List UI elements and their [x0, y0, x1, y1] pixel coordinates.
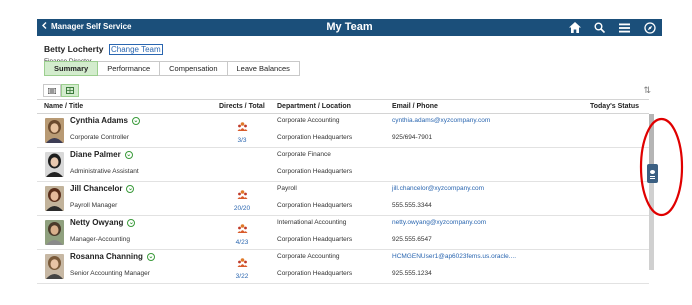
avatar	[45, 118, 64, 143]
home-icon[interactable]	[568, 21, 581, 34]
tab-bar: Summary Performance Compensation Leave B…	[44, 61, 300, 76]
team-icon	[237, 190, 247, 199]
directs-count[interactable]: 3/22	[233, 273, 251, 280]
email-link[interactable]: netty.owyang@xyzcompany.com	[392, 219, 486, 226]
location: Corporation Headquarters	[277, 168, 353, 175]
team-icon	[237, 258, 247, 267]
department: Corporate Accounting	[277, 253, 340, 260]
directs-count[interactable]: 20/20	[233, 205, 251, 212]
table-row[interactable]: Jill Chancelor ⌄ Payroll Manager 20/20 Pa…	[37, 182, 649, 216]
chevron-down-icon[interactable]: ⌄	[131, 116, 140, 125]
back-label: Manager Self Service	[51, 22, 132, 31]
avatar	[45, 186, 64, 211]
employee-name[interactable]: Netty Owyang	[70, 218, 123, 227]
chevron-down-icon[interactable]: ⌄	[126, 184, 135, 193]
col-name-title[interactable]: Name / Title	[44, 103, 83, 110]
directs-cell[interactable]: 4/23	[233, 220, 251, 246]
email-link[interactable]: jill.chancelor@xyzcompany.com	[392, 185, 484, 192]
team-icon	[237, 224, 247, 233]
search-icon[interactable]	[593, 21, 606, 34]
table-body: Cynthia Adams ⌄ Corporate Controller 3/3 …	[37, 114, 649, 305]
employee-title: Corporate Controller	[70, 134, 129, 141]
employee-title: Manager-Accounting	[70, 236, 130, 243]
team-grid: ⇅ Name / Title Directs / Total Departmen…	[37, 82, 662, 305]
location: Corporation Headquarters	[277, 236, 353, 243]
directs-cell[interactable]: 3/3	[233, 118, 251, 144]
tab-leave-balances[interactable]: Leave Balances	[227, 61, 300, 76]
department: International Accounting	[277, 219, 347, 226]
employee-title: Senior Accounting Manager	[70, 270, 150, 277]
department: Corporate Finance	[277, 151, 331, 158]
employee-name[interactable]: Cynthia Adams	[70, 116, 128, 125]
avatar	[45, 254, 64, 279]
chevron-down-icon[interactable]: ⌄	[127, 218, 136, 227]
chevron-down-icon[interactable]: ⌄	[146, 252, 155, 261]
list-view-button[interactable]	[43, 84, 61, 97]
employee-name[interactable]: Diane Palmer	[70, 150, 121, 159]
email-link[interactable]: cynthia.adams@xyzcompany.com	[392, 117, 490, 124]
location: Corporation Headquarters	[277, 134, 353, 141]
tab-summary[interactable]: Summary	[44, 61, 99, 76]
employee-title: Payroll Manager	[70, 202, 118, 209]
manager-name: Betty Locherty	[44, 44, 104, 54]
directs-cell[interactable]: 20/20	[233, 186, 251, 212]
col-email-phone[interactable]: Email / Phone	[392, 103, 438, 110]
change-team-link[interactable]: Change Team	[108, 44, 163, 55]
avatar	[45, 152, 64, 177]
view-toggle	[43, 84, 79, 97]
chevron-down-icon[interactable]: ⌄	[124, 150, 133, 159]
location: Corporation Headquarters	[277, 270, 353, 277]
phone: 925.555.1234	[392, 270, 432, 277]
col-department-location[interactable]: Department / Location	[277, 103, 351, 110]
team-icon	[237, 122, 247, 131]
table-row[interactable]: Diane Palmer ⌄ Administrative Assistant C…	[37, 148, 649, 182]
col-todays-status[interactable]: Today's Status	[590, 103, 639, 110]
grid-view-button[interactable]	[61, 84, 79, 97]
menu-icon[interactable]	[618, 21, 631, 34]
directs-count[interactable]: 4/23	[233, 239, 251, 246]
chevron-left-icon	[42, 22, 48, 31]
sort-icon[interactable]: ⇅	[643, 85, 651, 96]
table-row[interactable]: Cynthia Adams ⌄ Corporate Controller 3/3 …	[37, 114, 649, 148]
table-row[interactable]: Netty Owyang ⌄ Manager-Accounting 4/23 In…	[37, 216, 649, 250]
email-link[interactable]: HCMGENUser1@ap6023fems.us.oracle....	[392, 253, 516, 260]
avatar	[45, 220, 64, 245]
navbar-icon[interactable]	[643, 21, 656, 34]
employee-name[interactable]: Rosanna Channing	[70, 252, 143, 261]
back-button[interactable]: Manager Self Service	[42, 22, 131, 31]
location: Corporation Headquarters	[277, 202, 353, 209]
phone: 925.555.6547	[392, 236, 432, 243]
top-banner: Manager Self Service My Team	[37, 19, 662, 36]
person-icon	[650, 170, 655, 174]
tab-performance[interactable]: Performance	[98, 61, 161, 76]
department: Payroll	[277, 185, 297, 192]
table-header: Name / Title Directs / Total Department …	[37, 99, 649, 114]
list-icon	[650, 176, 655, 177]
col-directs-total[interactable]: Directs / Total	[219, 103, 265, 110]
table-row[interactable]: Rosanna Channing ⌄ Senior Accounting Mana…	[37, 250, 649, 284]
tab-compensation[interactable]: Compensation	[160, 61, 228, 76]
phone: 555.555.3344	[392, 202, 432, 209]
directs-count[interactable]: 3/3	[233, 137, 251, 144]
department: Corporate Accounting	[277, 117, 340, 124]
employee-title: Administrative Assistant	[70, 168, 139, 175]
directs-cell[interactable]: 3/22	[233, 254, 251, 280]
employee-name[interactable]: Jill Chancelor	[70, 184, 122, 193]
side-panel-tab[interactable]	[647, 164, 658, 183]
phone: 925/694-7901	[392, 134, 433, 141]
